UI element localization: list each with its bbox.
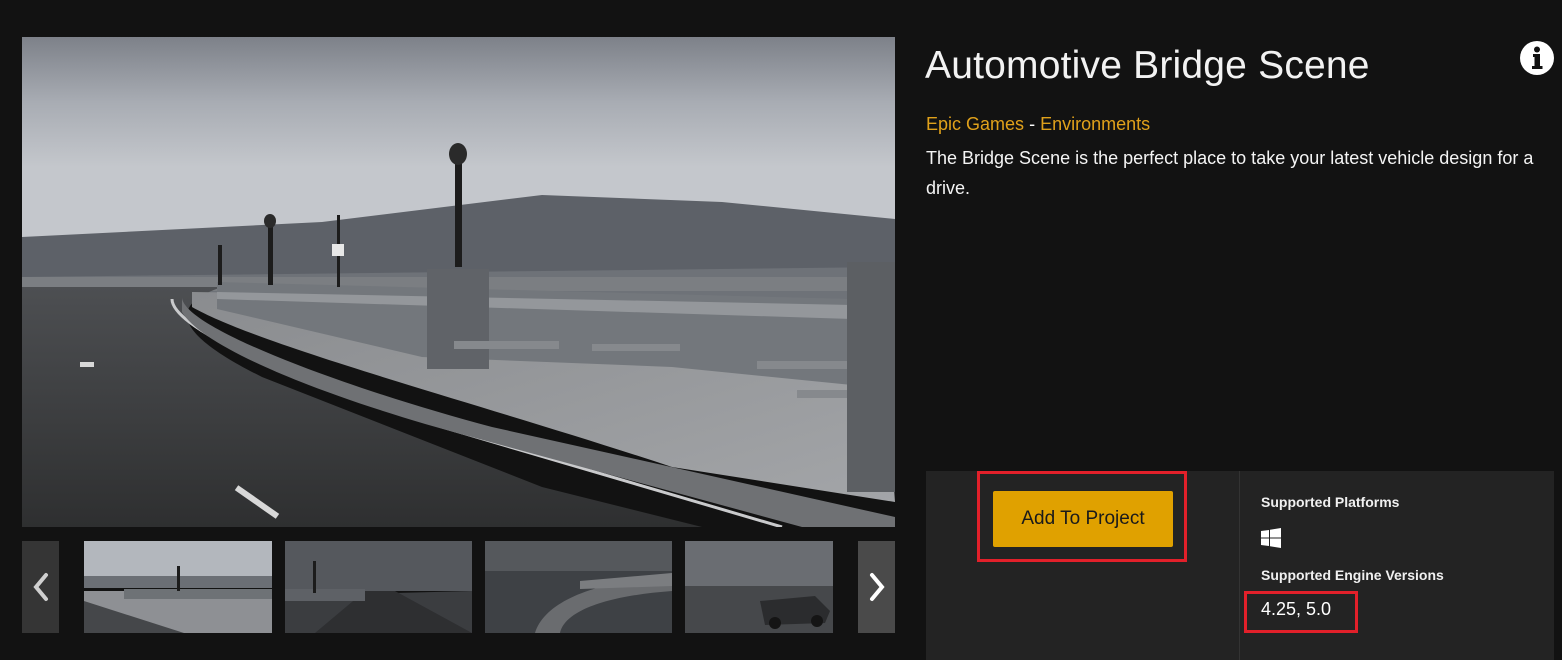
gallery-next-button[interactable] [858, 541, 895, 633]
windows-icon [1261, 528, 1281, 548]
supported-engine-versions-label: Supported Engine Versions [1261, 567, 1444, 583]
thumbnail-1[interactable] [84, 541, 272, 633]
thumbnail-4[interactable] [685, 541, 833, 633]
gallery-prev-button[interactable] [22, 541, 59, 633]
asset-meta: Epic Games - Environments [926, 114, 1150, 135]
hero-image [22, 37, 895, 527]
panel-divider [1239, 471, 1240, 660]
chevron-left-icon [32, 573, 48, 601]
supported-platforms-label: Supported Platforms [1261, 494, 1400, 510]
chevron-right-icon [869, 573, 885, 601]
add-to-project-button[interactable]: Add To Project [993, 491, 1173, 547]
asset-description: The Bridge Scene is the perfect place to… [926, 148, 1534, 198]
meta-separator: - [1029, 114, 1036, 134]
thumbnail-2[interactable] [285, 541, 472, 633]
thumbnail-strip [22, 541, 895, 633]
publisher-link[interactable]: Epic Games [926, 114, 1024, 134]
thumbnail-3[interactable] [485, 541, 672, 633]
engine-versions-value: 4.25, 5.0 [1261, 599, 1332, 619]
page-title: Automotive Bridge Scene [925, 44, 1370, 87]
info-icon[interactable] [1519, 40, 1555, 76]
category-link[interactable]: Environments [1040, 114, 1150, 134]
